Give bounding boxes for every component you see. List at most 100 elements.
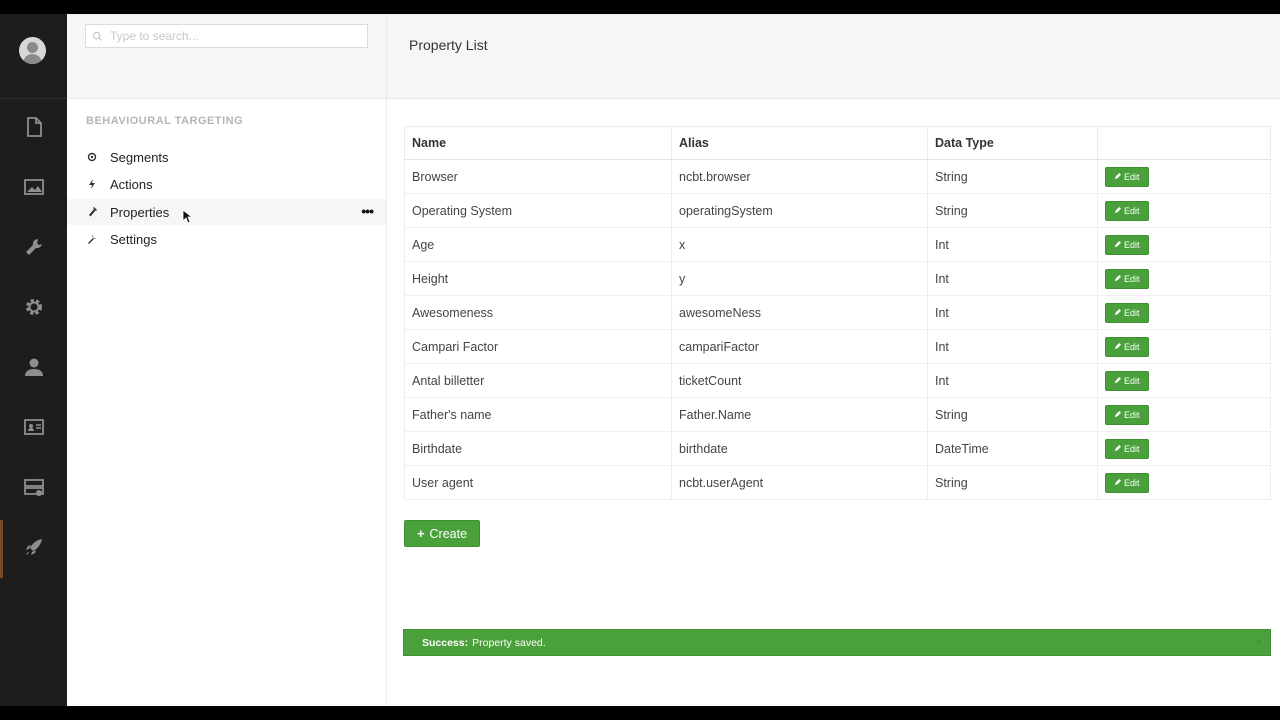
table-row: User agent ncbt.userAgent String Edit xyxy=(404,465,1271,500)
cell-data-type: String xyxy=(927,397,1098,432)
edit-button[interactable]: Edit xyxy=(1105,472,1149,493)
pencil-icon xyxy=(1114,479,1121,486)
cell-name: Browser xyxy=(404,159,672,194)
cell-name: Operating System xyxy=(404,193,672,228)
cell-actions: Edit xyxy=(1097,193,1271,228)
create-button[interactable]: + Create xyxy=(404,520,480,547)
cell-alias: x xyxy=(671,227,928,262)
cell-alias: y xyxy=(671,261,928,296)
cell-alias: operatingSystem xyxy=(671,193,928,228)
cell-alias: ticketCount xyxy=(671,363,928,398)
sidebar-item-settings[interactable]: Settings xyxy=(67,226,386,252)
pencil-icon xyxy=(1114,173,1121,180)
table-row: Antal billetter ticketCount Int Edit xyxy=(404,363,1271,398)
edit-button[interactable]: Edit xyxy=(1105,404,1149,425)
search-icon xyxy=(92,31,103,41)
properties-icon xyxy=(87,207,97,217)
pencil-icon xyxy=(1114,377,1121,384)
table-row: Father's name Father.Name String Edit xyxy=(404,397,1271,432)
user-avatar[interactable] xyxy=(19,37,46,64)
edit-button[interactable]: Edit xyxy=(1105,302,1149,323)
cell-name: Campari Factor xyxy=(404,329,672,364)
sidebar-item-segments[interactable]: Segments xyxy=(67,144,386,170)
search-input[interactable] xyxy=(108,28,352,44)
cell-data-type: String xyxy=(927,465,1098,500)
edit-label: Edit xyxy=(1124,409,1140,420)
cell-alias: awesomeNess xyxy=(671,295,928,330)
edit-button[interactable]: Edit xyxy=(1105,268,1149,289)
members-icon[interactable] xyxy=(15,412,52,442)
edit-label: Edit xyxy=(1124,477,1140,488)
cell-name: User agent xyxy=(404,465,672,500)
rocket-icon[interactable] xyxy=(15,532,52,562)
edit-label: Edit xyxy=(1124,375,1140,386)
cell-actions: Edit xyxy=(1097,329,1271,364)
settings-icon xyxy=(87,234,97,244)
pencil-icon xyxy=(1114,309,1121,316)
sidebar-item-properties[interactable]: Properties ••• xyxy=(67,199,386,225)
edit-label: Edit xyxy=(1124,171,1140,182)
segments-icon xyxy=(87,152,97,162)
cell-actions: Edit xyxy=(1097,397,1271,432)
settings-icon[interactable] xyxy=(15,292,52,322)
users-icon[interactable] xyxy=(15,352,52,382)
property-table: Name Alias Data Type Browser ncbt.browser… xyxy=(404,126,1271,500)
sidebar-item-label: Segments xyxy=(110,149,169,165)
search-box[interactable] xyxy=(85,24,368,48)
cell-data-type: Int xyxy=(927,295,1098,330)
cell-alias: ncbt.userAgent xyxy=(671,465,928,500)
page-title: Property List xyxy=(409,37,488,53)
cell-actions: Edit xyxy=(1097,159,1271,194)
main-header: Property List xyxy=(387,14,1280,99)
table-row: Age x Int Edit xyxy=(404,227,1271,262)
table-row: Birthdate birthdate DateTime Edit xyxy=(404,431,1271,466)
cell-data-type: Int xyxy=(927,329,1098,364)
table-row: Browser ncbt.browser String Edit xyxy=(404,159,1271,194)
actions-icon xyxy=(87,179,97,189)
more-options-button[interactable]: ••• xyxy=(361,204,374,218)
column-header-alias: Alias xyxy=(671,126,928,160)
column-header-data-type: Data Type xyxy=(927,126,1098,160)
close-icon[interactable]: × xyxy=(1256,637,1262,649)
section-title: BEHAVIOURAL TARGETING xyxy=(86,115,244,127)
cell-name: Father's name xyxy=(404,397,672,432)
edit-button[interactable]: Edit xyxy=(1105,200,1149,221)
table-row: Height y Int Edit xyxy=(404,261,1271,296)
create-label: Create xyxy=(429,526,468,541)
cell-data-type: String xyxy=(927,193,1098,228)
media-icon[interactable] xyxy=(15,172,52,202)
table-row: Campari Factor campariFactor Int Edit xyxy=(404,329,1271,364)
edit-button[interactable]: Edit xyxy=(1105,166,1149,187)
sidebar-header xyxy=(67,14,386,99)
sidebar-item-label: Settings xyxy=(110,231,157,247)
success-alert: Success: Property saved. × xyxy=(403,629,1271,656)
edit-label: Edit xyxy=(1124,273,1140,284)
rail-active-indicator xyxy=(0,520,3,578)
edit-button[interactable]: Edit xyxy=(1105,234,1149,255)
pencil-icon xyxy=(1114,207,1121,214)
main-panel: Property List Name Alias Data Type Brows… xyxy=(387,14,1280,706)
pencil-icon xyxy=(1114,411,1121,418)
forms-icon[interactable] xyxy=(15,472,52,502)
cell-name: Antal billetter xyxy=(404,363,672,398)
cell-name: Age xyxy=(404,227,672,262)
edit-label: Edit xyxy=(1124,443,1140,454)
cell-data-type: Int xyxy=(927,227,1098,262)
content-icon[interactable] xyxy=(15,112,52,142)
edit-button[interactable]: Edit xyxy=(1105,438,1149,459)
cell-alias: Father.Name xyxy=(671,397,928,432)
cell-actions: Edit xyxy=(1097,227,1271,262)
alert-strong: Success: xyxy=(422,636,469,649)
sidebar-item-actions[interactable]: Actions xyxy=(67,171,386,197)
pencil-icon xyxy=(1114,241,1121,248)
edit-button[interactable]: Edit xyxy=(1105,336,1149,357)
edit-button[interactable]: Edit xyxy=(1105,370,1149,391)
cell-alias: ncbt.browser xyxy=(671,159,928,194)
developer-icon[interactable] xyxy=(15,232,52,262)
edit-label: Edit xyxy=(1124,239,1140,250)
edit-label: Edit xyxy=(1124,205,1140,216)
cell-data-type: Int xyxy=(927,363,1098,398)
cell-name: Awesomeness xyxy=(404,295,672,330)
cell-data-type: DateTime xyxy=(927,431,1098,466)
cell-actions: Edit xyxy=(1097,295,1271,330)
